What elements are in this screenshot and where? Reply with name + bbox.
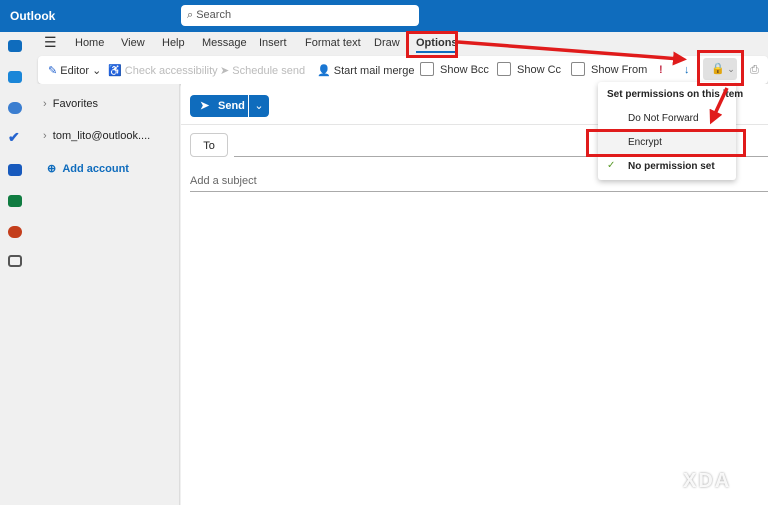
arrow-to-encrypt xyxy=(709,87,729,125)
xda-watermark: XDA xyxy=(683,470,732,492)
annotation-arrows xyxy=(457,40,729,125)
arrow-to-lock xyxy=(457,40,687,66)
